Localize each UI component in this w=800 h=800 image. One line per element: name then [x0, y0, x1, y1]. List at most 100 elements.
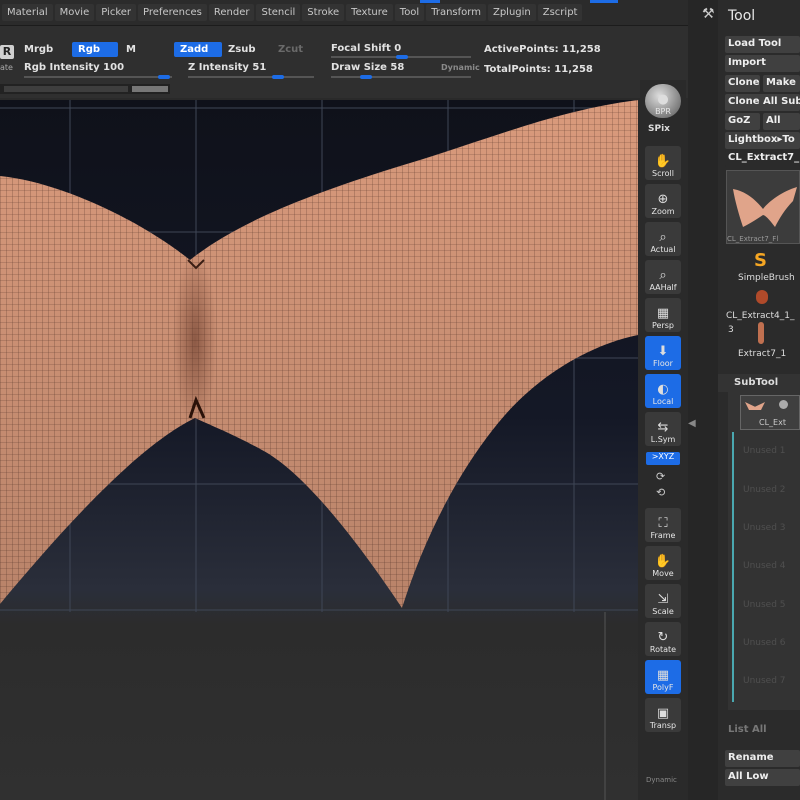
subtool-slot[interactable]: Unused 4: [743, 561, 786, 571]
subtool-slot[interactable]: Unused 6: [743, 638, 786, 648]
panel-divider[interactable]: ⚒ ◀: [688, 0, 718, 800]
goz-button[interactable]: GoZ: [725, 113, 760, 130]
z-intensity-fill: [272, 75, 284, 79]
extract4-icon[interactable]: [756, 290, 768, 304]
subtool-slot[interactable]: Unused 7: [743, 676, 786, 686]
lsym-button[interactable]: ⇆ L.Sym: [645, 412, 681, 446]
polyf-button[interactable]: ▦ PolyF: [645, 660, 681, 694]
document-scroll-strip[interactable]: [0, 84, 170, 94]
rgb-button[interactable]: Rgb: [72, 42, 118, 57]
subtool-scrollbar[interactable]: [732, 432, 734, 702]
frame-icon: ⛶: [658, 516, 668, 531]
mrgb-button[interactable]: Mrgb: [24, 44, 53, 55]
list-all-button[interactable]: List All: [728, 724, 767, 735]
clone-all-sub-button[interactable]: Clone All Sub: [725, 94, 800, 111]
right-shelf: SPix >XYZ ⟳ ⟲ Dynamic ● BPR ✋ Scroll ⊕ Zoom ⌕ A…: [640, 80, 686, 800]
local-icon: ◐: [657, 382, 669, 397]
menu-picker[interactable]: Picker: [96, 4, 137, 21]
viewport-canvas[interactable]: [0, 100, 638, 800]
z-intensity-track[interactable]: [188, 76, 314, 78]
menu-zscript[interactable]: Zscript: [537, 4, 583, 21]
menu-tool[interactable]: Tool: [394, 4, 425, 21]
move-label: Move: [652, 569, 674, 578]
menu-movie[interactable]: Movie: [54, 4, 95, 21]
all-button[interactable]: All: [763, 113, 800, 130]
focal-shift-fill: [396, 55, 408, 59]
frame-label: Frame: [650, 531, 676, 540]
all-low-button[interactable]: All Low: [725, 769, 800, 786]
rgb-intensity-slider[interactable]: Rgb Intensity 100: [24, 62, 124, 73]
extract7-label[interactable]: Extract7_1: [738, 349, 786, 359]
lightbox-button[interactable]: Lightbox▸To: [725, 132, 800, 149]
scale-button[interactable]: ⇲ Scale: [645, 584, 681, 618]
menu-material[interactable]: Material: [2, 4, 53, 21]
menu-zplugin[interactable]: Zplugin: [487, 4, 536, 21]
subtool-thumb-icon: [745, 402, 765, 410]
bpr-button[interactable]: ● BPR: [645, 84, 681, 118]
m-button[interactable]: M: [126, 44, 136, 55]
rename-button[interactable]: Rename: [725, 750, 800, 767]
xyz-button[interactable]: >XYZ: [646, 452, 680, 465]
focal-shift-slider[interactable]: Focal Shift 0: [331, 43, 401, 54]
zadd-button[interactable]: Zadd: [174, 42, 222, 57]
tool-count: 3: [728, 325, 734, 335]
zcut-button[interactable]: Zcut: [278, 44, 303, 55]
menu-stencil[interactable]: Stencil: [256, 4, 301, 21]
z-intensity-slider[interactable]: Z Intensity 51: [188, 62, 266, 73]
scale-icon: ⇲: [657, 592, 669, 607]
thumb-caption: CL_Extract7_Fl: [727, 235, 779, 243]
extract4-label[interactable]: CL_Extract4_1_: [726, 311, 794, 321]
draw-size-slider[interactable]: Draw Size 58: [331, 62, 404, 73]
load-tool-button[interactable]: Load Tool: [725, 36, 800, 53]
tool-thumbnail[interactable]: [726, 170, 800, 244]
menu-render[interactable]: Render: [208, 4, 255, 21]
subtool-slot[interactable]: Unused 5: [743, 600, 786, 610]
collapse-arrow-icon[interactable]: ◀: [688, 418, 696, 429]
menu-stroke[interactable]: Stroke: [302, 4, 345, 21]
zsub-button[interactable]: Zsub: [228, 44, 255, 55]
menu-texture[interactable]: Texture: [346, 4, 393, 21]
rgb-intensity-track[interactable]: [24, 76, 172, 78]
rotate-arrow-icon-2[interactable]: ⟲: [656, 486, 665, 499]
subtool-slot[interactable]: Unused 3: [743, 523, 786, 533]
polyf-icon: ▦: [656, 668, 670, 683]
draw-size-track[interactable]: [331, 76, 471, 78]
rotate-button[interactable]: ↻ Rotate: [645, 622, 681, 656]
subtool-visibility-icon[interactable]: [779, 400, 788, 409]
dynamic-button[interactable]: Dynamic: [441, 63, 480, 72]
subtool-header[interactable]: SubTool: [718, 374, 800, 392]
menu-preferences[interactable]: Preferences: [138, 4, 207, 21]
move-button[interactable]: ✋ Move: [645, 546, 681, 580]
subtool-item-active[interactable]: CL_Ext: [740, 395, 800, 430]
import-button[interactable]: Import: [725, 55, 800, 72]
persp-button[interactable]: ▦ Persp: [645, 298, 681, 332]
simple-brush-label[interactable]: SimpleBrush: [738, 273, 795, 283]
subtool-slot[interactable]: Unused 1: [743, 446, 786, 456]
actual-button[interactable]: ⌕ Actual: [645, 222, 681, 256]
zoom-button[interactable]: ⊕ Zoom: [645, 184, 681, 218]
clone-button[interactable]: Clone: [725, 75, 760, 92]
current-tool-name: CL_Extract7_: [725, 150, 800, 167]
extract7-icon[interactable]: [758, 322, 764, 344]
rotate-arrow-icon[interactable]: ⟳: [656, 470, 665, 483]
make-button[interactable]: Make: [763, 75, 800, 92]
local-button[interactable]: ◐ Local: [645, 374, 681, 408]
menu-transform[interactable]: Transform: [426, 4, 486, 21]
aahalf-icon: ⌕: [659, 268, 667, 283]
polyf-label: PolyF: [652, 683, 674, 692]
simple-brush-icon[interactable]: S: [754, 250, 767, 271]
aahalf-button[interactable]: ⌕ AAHalf: [645, 260, 681, 294]
scroll-button[interactable]: ✋ Scroll: [645, 146, 681, 180]
actual-label: Actual: [650, 245, 676, 254]
transp-button[interactable]: ▣ Transp: [645, 698, 681, 732]
frame-button[interactable]: ⛶ Frame: [645, 508, 681, 542]
scroll-strip-thumb[interactable]: [132, 86, 168, 92]
subtool-slot[interactable]: Unused 2: [743, 485, 786, 495]
r-icon-button[interactable]: R: [0, 45, 14, 59]
tool-title[interactable]: Tool: [728, 8, 755, 24]
tool-palette: Tool Load Tool Import Clone Make Clone A…: [718, 0, 800, 800]
floor-button[interactable]: ⬇ Floor: [645, 336, 681, 370]
bpr-label: BPR: [655, 107, 671, 116]
sphere-icon: ●: [657, 92, 669, 107]
tool-thumbnail-icon: [733, 187, 797, 227]
